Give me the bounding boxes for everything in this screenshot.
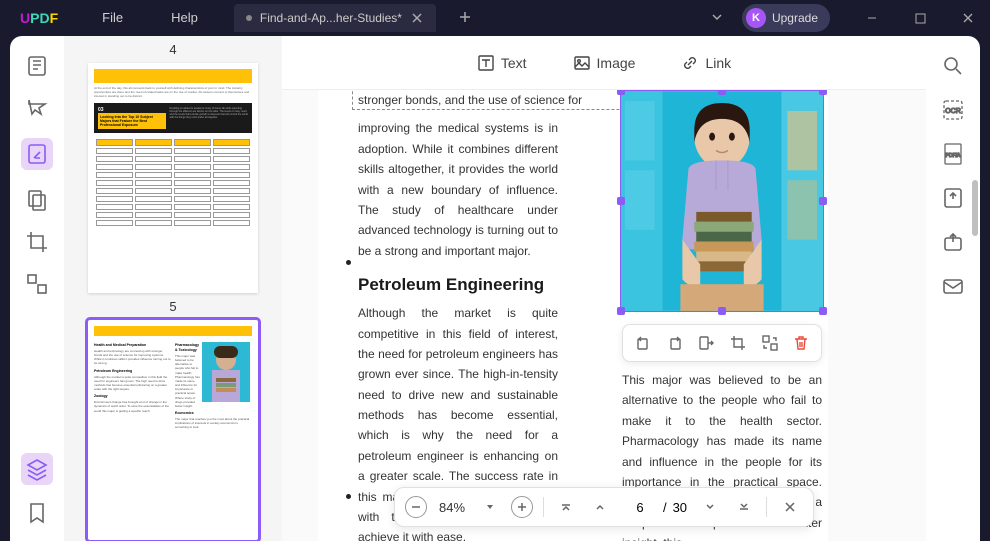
window-close[interactable] (946, 0, 990, 36)
tab-add-button[interactable] (448, 10, 482, 27)
crop-icon[interactable] (25, 230, 49, 254)
email-icon[interactable] (941, 274, 965, 298)
bullet-icon (346, 494, 351, 499)
zoom-dropdown[interactable] (477, 494, 503, 520)
document-tab[interactable]: Find-and-Ap...her-Studies* (234, 4, 436, 32)
scrollbar-thumb[interactable] (972, 180, 978, 236)
app-body: 4 At the end of the day, this all connec… (10, 36, 980, 541)
separator (543, 497, 544, 517)
thumb-number-5: 5 (78, 299, 268, 314)
tools-icon[interactable] (25, 272, 49, 296)
resize-handle[interactable] (819, 197, 827, 205)
resize-handle[interactable] (718, 90, 726, 95)
left-toolbar (10, 36, 64, 541)
extract-icon[interactable] (694, 331, 718, 355)
resize-handle[interactable] (617, 307, 625, 315)
edit-icon[interactable] (21, 138, 53, 170)
document-canvas[interactable]: stronger bonds, and the use of science f… (282, 90, 926, 541)
window-minimize[interactable] (850, 0, 894, 36)
right-column: This major was believed to be an alterna… (614, 90, 842, 541)
zoom-in-button[interactable] (511, 496, 533, 518)
window-maximize[interactable] (898, 0, 942, 36)
tool-image[interactable]: Image (573, 54, 636, 72)
crop-image-icon[interactable] (726, 331, 750, 355)
reader-icon[interactable] (25, 54, 49, 78)
bullet-icon (346, 260, 351, 265)
page-input[interactable] (623, 500, 657, 515)
bookmark-icon[interactable] (25, 501, 49, 525)
svg-text:PDF/A: PDF/A (946, 153, 961, 159)
paragraph[interactable]: improving the medical systems is in adop… (358, 118, 558, 261)
zoom-value: 84% (435, 500, 469, 515)
tab-modified-dot (246, 15, 252, 21)
user-avatar: K (746, 8, 766, 28)
tool-text[interactable]: Text (477, 54, 527, 72)
upgrade-button[interactable]: K Upgrade (742, 4, 830, 32)
right-toolbar: OCR PDF/A (926, 36, 980, 541)
organize-icon[interactable] (25, 188, 49, 212)
menu-help[interactable]: Help (147, 0, 222, 36)
edit-toolbar: Text Image Link (282, 36, 926, 90)
image-toolbar (622, 324, 822, 362)
prev-page-button[interactable] (587, 494, 613, 520)
first-page-button[interactable] (553, 494, 579, 520)
resize-handle[interactable] (718, 307, 726, 315)
zoom-out-button[interactable] (405, 496, 427, 518)
app-logo: UPDF (0, 10, 78, 26)
rotate-right-icon[interactable] (663, 331, 687, 355)
student-image (621, 91, 823, 311)
next-page-button[interactable] (697, 494, 723, 520)
rotate-left-icon[interactable] (631, 331, 655, 355)
resize-handle[interactable] (617, 197, 625, 205)
last-page-button[interactable] (731, 494, 757, 520)
export-icon[interactable] (941, 186, 965, 210)
upgrade-label: Upgrade (772, 11, 818, 25)
search-icon[interactable] (941, 54, 965, 78)
tool-link[interactable]: Link (681, 54, 731, 72)
main-menu: File Help (78, 0, 222, 36)
resize-handle[interactable] (819, 90, 827, 95)
share-icon[interactable] (941, 230, 965, 254)
thumbnails-panel: 4 At the end of the day, this all connec… (64, 36, 282, 541)
close-pager-button[interactable] (777, 494, 803, 520)
main-area: Text Image Link stronger bonds, and the … (282, 36, 926, 541)
delete-icon[interactable] (789, 331, 813, 355)
ocr-icon[interactable]: OCR (941, 98, 965, 122)
selected-image[interactable] (620, 90, 824, 312)
resize-handle[interactable] (819, 307, 827, 315)
tab-close-icon[interactable] (410, 11, 424, 25)
pdfa-icon[interactable]: PDF/A (941, 142, 965, 166)
page-navigator: 84% / 30 (394, 487, 814, 527)
layers-icon[interactable] (21, 453, 53, 485)
separator (766, 497, 767, 517)
thumbnail-page-4[interactable]: At the end of the day, this all connects… (88, 63, 258, 293)
page-total: 30 (673, 500, 687, 515)
resize-handle[interactable] (617, 90, 625, 95)
tabs-dropdown[interactable] (696, 10, 738, 27)
page-input-group: / 30 (623, 500, 687, 515)
thumbnail-page-6[interactable]: Health and Medical Preparation Health an… (88, 320, 258, 540)
comment-icon[interactable] (25, 96, 49, 120)
tab-title: Find-and-Ap...her-Studies* (260, 11, 402, 25)
menu-file[interactable]: File (78, 0, 147, 36)
svg-text:OCR: OCR (945, 108, 961, 115)
titlebar: UPDF File Help Find-and-Ap...her-Studies… (0, 0, 990, 36)
thumb-number-4: 4 (78, 42, 268, 57)
replace-icon[interactable] (758, 331, 782, 355)
